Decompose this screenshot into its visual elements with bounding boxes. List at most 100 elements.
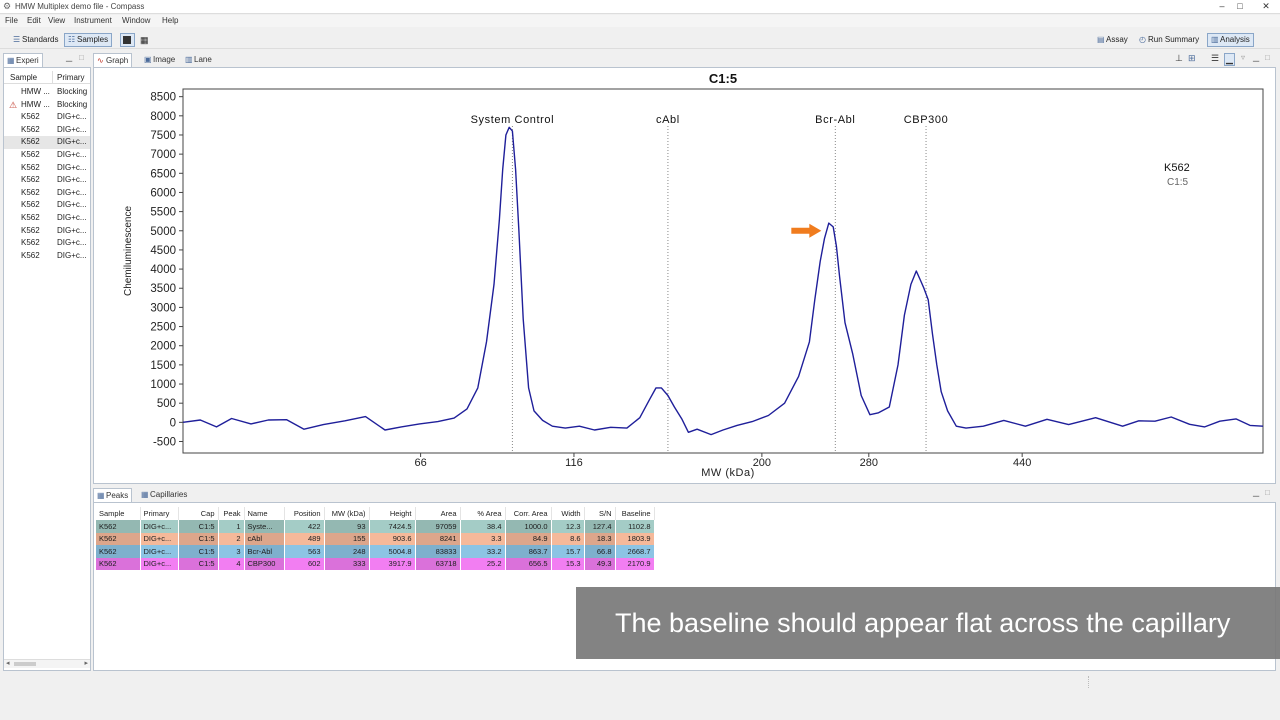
table-cell: Syste... [244, 520, 285, 533]
list-item[interactable]: K562 DIG+c... [4, 111, 90, 124]
analysis-button[interactable]: ▥Analysis [1207, 33, 1254, 47]
minimize-view-icon[interactable]: ▁ [1253, 488, 1259, 497]
scroll-left-icon[interactable]: ◂ [6, 659, 10, 667]
list-item[interactable]: ⚠ HMW ... Blocking [4, 99, 90, 112]
table-row[interactable]: K562 DIG+c... C1:5 3 Bcr-Abl 563 248 5004.8 8383… [96, 545, 655, 558]
table-cell: 2170.9 [615, 557, 655, 570]
table-cell: CBP300 [244, 557, 285, 570]
assay-button[interactable]: ▤Assay [1093, 33, 1132, 47]
grid-view-button[interactable]: ▦ [137, 33, 151, 47]
single-view-button[interactable] [120, 33, 135, 47]
tab-image[interactable]: ▣Image [141, 53, 178, 67]
tab-peaks[interactable]: ▦Peaks [93, 488, 133, 502]
menu-view[interactable]: View [48, 16, 65, 25]
view-menu-icon[interactable]: ▿ [1241, 53, 1245, 62]
y-tick-label: 6000 [150, 187, 176, 199]
column-header[interactable]: % Area [460, 507, 506, 520]
column-header[interactable]: Baseline [615, 507, 655, 520]
primary-cell: DIG+c... [57, 200, 87, 210]
menu-window[interactable]: Window [122, 16, 150, 25]
maximize-view-icon[interactable]: □ [1265, 53, 1270, 62]
list-item[interactable]: HMW ... Blocking [4, 86, 90, 99]
column-header[interactable]: Corr. Area [505, 507, 552, 520]
list-item[interactable]: K562 DIG+c... [4, 187, 90, 200]
tab-experiment[interactable]: ▦Experi [3, 53, 43, 67]
table-cell: 18.3 [584, 532, 616, 545]
column-header[interactable]: Area [415, 507, 461, 520]
column-header[interactable]: Name [244, 507, 285, 520]
list-item[interactable]: K562 DIG+c... [4, 136, 90, 149]
maximize-view-icon[interactable]: □ [79, 53, 84, 62]
tab-capillaries[interactable]: ▦Capillaries [138, 488, 190, 502]
peaks-table: Sample Primary Cap Peak Name Position MW (kDa)… [96, 507, 655, 570]
graph-icon: ∿ [97, 56, 104, 65]
single-line-icon[interactable]: ▁ [1224, 53, 1235, 66]
menu-instrument[interactable]: Instrument [74, 16, 112, 25]
table-row[interactable]: K562 DIG+c... C1:5 4 CBP300 602 333 3917.9 63718… [96, 557, 655, 570]
minimize-icon[interactable]: – [1214, 0, 1230, 14]
list-item[interactable]: K562 DIG+c... [4, 250, 90, 263]
table-cell: 15.3 [551, 557, 585, 570]
menu-edit[interactable]: Edit [27, 16, 41, 25]
table-cell: 15.7 [551, 545, 585, 558]
column-header[interactable]: Peak [218, 507, 245, 520]
x-tick-label: 280 [860, 457, 878, 469]
maximize-view-icon[interactable]: □ [1265, 488, 1270, 497]
column-header[interactable]: Height [369, 507, 416, 520]
table-row[interactable]: K562 DIG+c... C1:5 1 Syste... 422 93 7424.5 9705… [96, 520, 655, 533]
list-item[interactable]: K562 DIG+c... [4, 162, 90, 175]
x-tick-label: 440 [1013, 457, 1031, 469]
primary-cell: DIG+c... [57, 112, 87, 122]
sample-cell: K562 [21, 238, 40, 248]
table-cell: 333 [324, 557, 370, 570]
scroll-right-icon[interactable]: ▸ [84, 659, 88, 667]
header-sample[interactable]: Sample [7, 71, 53, 84]
y-tick-label: 500 [157, 398, 176, 410]
table-row[interactable]: K562 DIG+c... C1:5 2 cAbl 489 155 903.6 8241 3.3 8… [96, 532, 655, 545]
samples-button[interactable]: ☷ Samples [64, 33, 113, 47]
electropherogram-chart[interactable]: C1:5850080007500700065006000550050004500… [94, 68, 1275, 483]
minimize-view-icon[interactable]: ▁ [66, 53, 72, 62]
run-summary-button[interactable]: ◴ Run Summary [1135, 33, 1203, 47]
lines-icon[interactable]: ☰ [1211, 53, 1219, 64]
table-cell: 83833 [415, 545, 461, 558]
pin-icon[interactable]: ⊥ [1175, 53, 1183, 64]
list-item[interactable]: K562 DIG+c... [4, 237, 90, 250]
column-header[interactable]: Width [551, 507, 585, 520]
table-cell: 656.5 [505, 557, 552, 570]
minimize-view-icon[interactable]: ▁ [1253, 53, 1259, 62]
maximize-icon[interactable]: □ [1232, 0, 1248, 14]
tab-graph[interactable]: ∿ Graph [93, 53, 133, 67]
table-cell: 49.3 [584, 557, 616, 570]
sample-cell: K562 [21, 225, 40, 235]
list-item[interactable]: K562 DIG+c... [4, 225, 90, 238]
list-item[interactable]: K562 DIG+c... [4, 124, 90, 137]
table-cell: 3917.9 [369, 557, 416, 570]
column-header[interactable]: Primary [140, 507, 179, 520]
y-tick-label: 0 [170, 417, 176, 429]
close-icon[interactable]: ✕ [1258, 0, 1274, 14]
list-item[interactable]: K562 DIG+c... [4, 149, 90, 162]
column-header[interactable]: Sample [96, 507, 141, 520]
list-item[interactable]: K562 DIG+c... [4, 212, 90, 225]
scroll-thumb[interactable] [14, 662, 36, 666]
overlay-icon[interactable]: ⊞ [1188, 53, 1196, 64]
table-cell: C1:5 [178, 532, 219, 545]
plot-area[interactable] [182, 88, 1264, 454]
list-item[interactable]: K562 DIG+c... [4, 199, 90, 212]
menu-file[interactable]: File [5, 16, 18, 25]
header-primary[interactable]: Primary [54, 71, 90, 84]
column-header[interactable]: Cap [178, 507, 219, 520]
column-header[interactable]: Position [284, 507, 325, 520]
table-cell: 1000.0 [505, 520, 552, 533]
table-cell: 4 [218, 557, 245, 570]
list-item[interactable]: K562 DIG+c... [4, 174, 90, 187]
column-header[interactable]: MW (kDa) [324, 507, 370, 520]
status-bar [0, 674, 1280, 720]
table-cell: 12.3 [551, 520, 585, 533]
horizontal-scrollbar[interactable]: ◂ ▸ [4, 659, 90, 668]
column-header[interactable]: S/N [584, 507, 616, 520]
standards-button[interactable]: ☰ Standards [9, 33, 62, 47]
menu-help[interactable]: Help [162, 16, 178, 25]
tab-lane[interactable]: ▥Lane [182, 53, 215, 67]
